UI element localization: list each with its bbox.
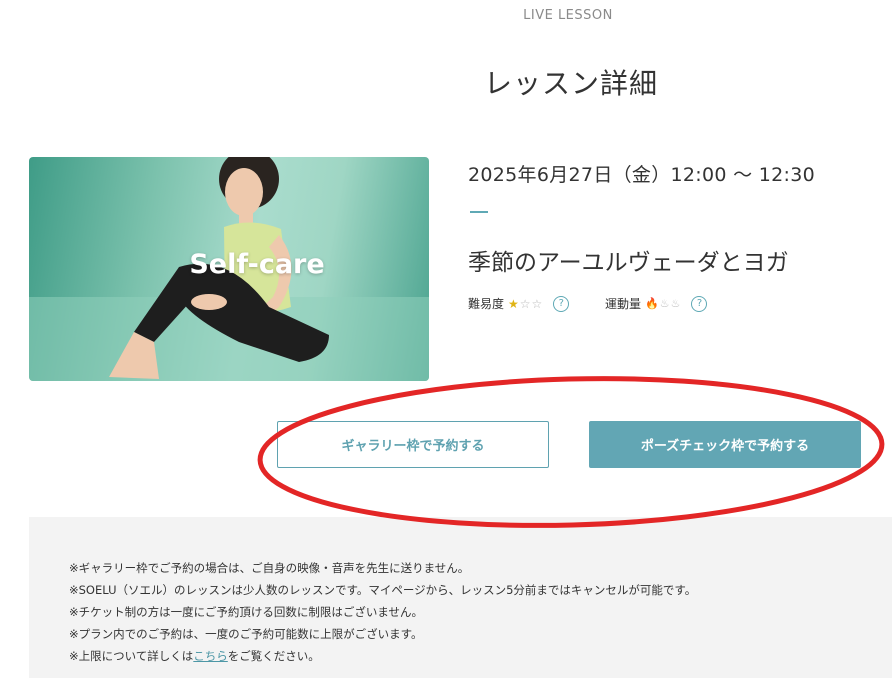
thumbnail-category-label: Self-care: [189, 249, 325, 280]
flame-icon: 🔥: [645, 297, 660, 310]
details-link[interactable]: こちら: [193, 649, 228, 663]
star-rating: ★☆☆: [508, 297, 543, 311]
note-item: ※チケット制の方は一度にご予約頂ける回数に制限はございません。: [69, 605, 424, 619]
difficulty-rating: 難易度 ★☆☆ ?: [468, 295, 570, 312]
note-item: ※ギャラリー枠でご予約の場合は、ご自身の映像・音声を先生に送りません。: [69, 561, 470, 575]
book-gallery-button[interactable]: ギャラリー枠で予約する: [277, 421, 549, 468]
note-item: ※SOELU（ソエル）のレッスンは少人数のレッスンです。マイページから、レッスン…: [69, 583, 697, 597]
page-title: レッスン詳細: [484, 67, 659, 100]
note-item: ※上限について詳しくはこちらをご覧ください。: [69, 645, 892, 667]
star-icon: ☆: [519, 296, 532, 311]
note-text: ※上限について詳しくは: [69, 649, 194, 663]
flame-rating: 🔥♨♨: [645, 297, 681, 310]
book-pose-check-button[interactable]: ポーズチェック枠で予約する: [589, 421, 861, 468]
exercise-rating: 運動量 🔥♨♨ ?: [605, 295, 708, 312]
flame-icon: ♨: [670, 297, 682, 310]
notes-panel: ※ギャラリー枠でご予約の場合は、ご自身の映像・音声を先生に送りません。 ※SOE…: [29, 517, 892, 678]
lesson-thumbnail: Self-care: [29, 157, 429, 381]
star-icon: ★: [508, 296, 520, 311]
help-icon[interactable]: ?: [691, 295, 708, 312]
lesson-datetime: 2025年6月27日（金）12:00 〜 12:30: [468, 164, 816, 186]
accent-divider: [470, 211, 488, 213]
lesson-title: 季節のアーユルヴェーダとヨガ: [468, 250, 789, 276]
star-icon: ☆: [531, 296, 544, 311]
note-item: ※プラン内でのご予約は、一度のご予約可能数に上限がございます。: [69, 627, 423, 641]
flame-icon: ♨: [659, 297, 671, 310]
page-eyebrow: LIVE LESSON: [523, 8, 613, 23]
help-icon[interactable]: ?: [553, 295, 570, 312]
note-text: をご覧ください。: [227, 649, 320, 663]
difficulty-label: 難易度: [468, 297, 505, 311]
exercise-label: 運動量: [605, 297, 642, 311]
